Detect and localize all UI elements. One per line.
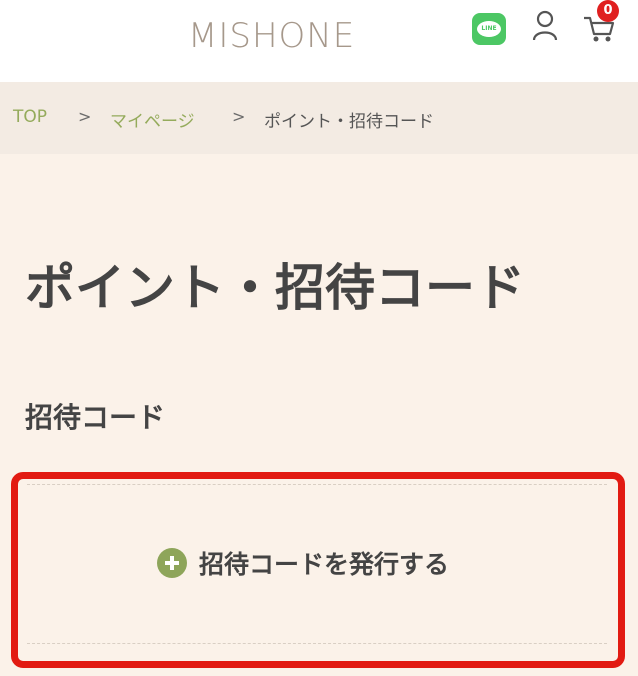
section-heading: 招待コード (25, 401, 166, 434)
breadcrumb-current: ポイント・招待コード (264, 112, 434, 132)
logo-text: MISHONE (188, 16, 356, 56)
breadcrumb-separator: > (232, 107, 246, 126)
line-icon-text: LINE (477, 21, 501, 37)
line-icon[interactable]: LINE (472, 13, 506, 45)
site-logo[interactable]: MISHONE (188, 14, 428, 58)
highlight-annotation-box (11, 472, 625, 668)
breadcrumb-separator: > (78, 107, 92, 126)
breadcrumb-mypage-link[interactable]: マイページ (110, 107, 195, 132)
page-title: ポイント・招待コード (25, 259, 525, 317)
site-header: MISHONE LINE 0 (0, 0, 638, 82)
cart-count-badge: 0 (597, 0, 619, 22)
breadcrumb-top-link[interactable]: TOP (13, 107, 47, 127)
user-icon[interactable] (531, 10, 559, 42)
